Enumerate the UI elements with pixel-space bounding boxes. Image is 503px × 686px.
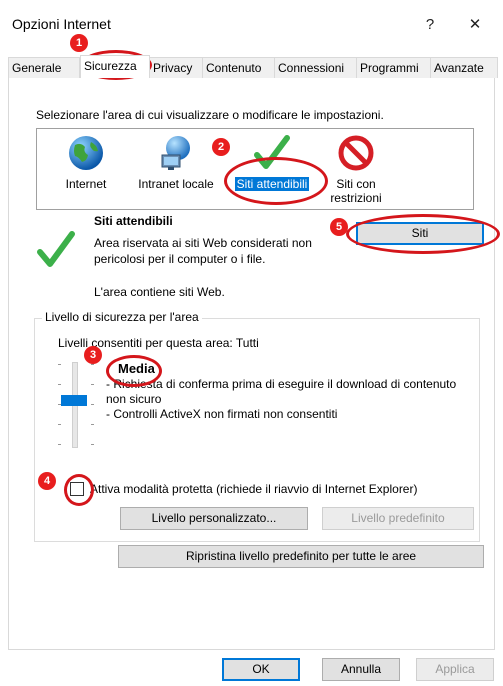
window-title: Opzioni Internet [12, 16, 111, 32]
annotation-ring [64, 474, 94, 506]
zone-info-title: Siti attendibili [94, 214, 173, 228]
help-button[interactable]: ? [410, 10, 450, 40]
protected-mode-label: Attiva modalità protetta (richiede il ri… [90, 482, 418, 496]
tab-privacy[interactable]: Privacy [149, 57, 203, 78]
annotation-badge: 3 [84, 346, 102, 364]
no-entry-icon [338, 135, 374, 171]
zone-label: Internet [65, 177, 107, 191]
custom-level-button[interactable]: Livello personalizzato... [120, 507, 308, 530]
annotation-badge: 2 [212, 138, 230, 156]
apply-button: Applica [416, 658, 494, 681]
level-description-1: - Richiesta di conferma prima di eseguir… [106, 377, 457, 406]
annotation-badge: 4 [38, 472, 56, 490]
annotation-ring [106, 355, 162, 387]
zone-intranet[interactable]: Intranet locale [131, 129, 221, 191]
network-globe-icon [161, 136, 190, 170]
trusted-check-icon [37, 231, 75, 267]
annotation-badge: 5 [330, 218, 348, 236]
globe-icon [69, 136, 103, 170]
zone-info-contains: L'area contiene siti Web. [94, 285, 225, 299]
tab-strip: Generale Sicurezza Privacy Contenuto Con… [8, 55, 498, 79]
tab-generale[interactable]: Generale [8, 57, 80, 78]
cancel-button[interactable]: Annulla [322, 658, 400, 681]
tab-avanzate[interactable]: Avanzate [430, 57, 498, 78]
zone-prompt: Selezionare l'area di cui visualizzare o… [36, 108, 384, 122]
annotation-ring [224, 157, 328, 205]
ok-button[interactable]: OK [222, 658, 300, 681]
tab-connessioni[interactable]: Connessioni [274, 57, 358, 78]
zone-siti-con-restrizioni[interactable]: Siti con restrizioni [311, 129, 401, 205]
zone-internet[interactable]: Internet [41, 129, 131, 191]
reset-all-zones-button[interactable]: Ripristina livello predefinito per tutte… [118, 545, 484, 568]
default-level-button: Livello predefinito [322, 507, 474, 530]
annotation-ring [346, 214, 500, 254]
tab-sicurezza[interactable]: Sicurezza [80, 55, 150, 78]
level-description-2: - Controlli ActiveX non firmati non cons… [106, 407, 338, 421]
tab-contenuto[interactable]: Contenuto [202, 57, 276, 78]
annotation-badge: 1 [70, 34, 88, 52]
security-slider-thumb[interactable] [61, 395, 87, 406]
zone-label: Intranet locale [138, 177, 214, 191]
tab-programmi[interactable]: Programmi [356, 57, 432, 78]
close-button[interactable]: ✕ [455, 10, 495, 40]
group-title: Livello di sicurezza per l'area [42, 310, 202, 324]
zone-info-description: Area riservata ai siti Web considerati n… [94, 236, 312, 266]
